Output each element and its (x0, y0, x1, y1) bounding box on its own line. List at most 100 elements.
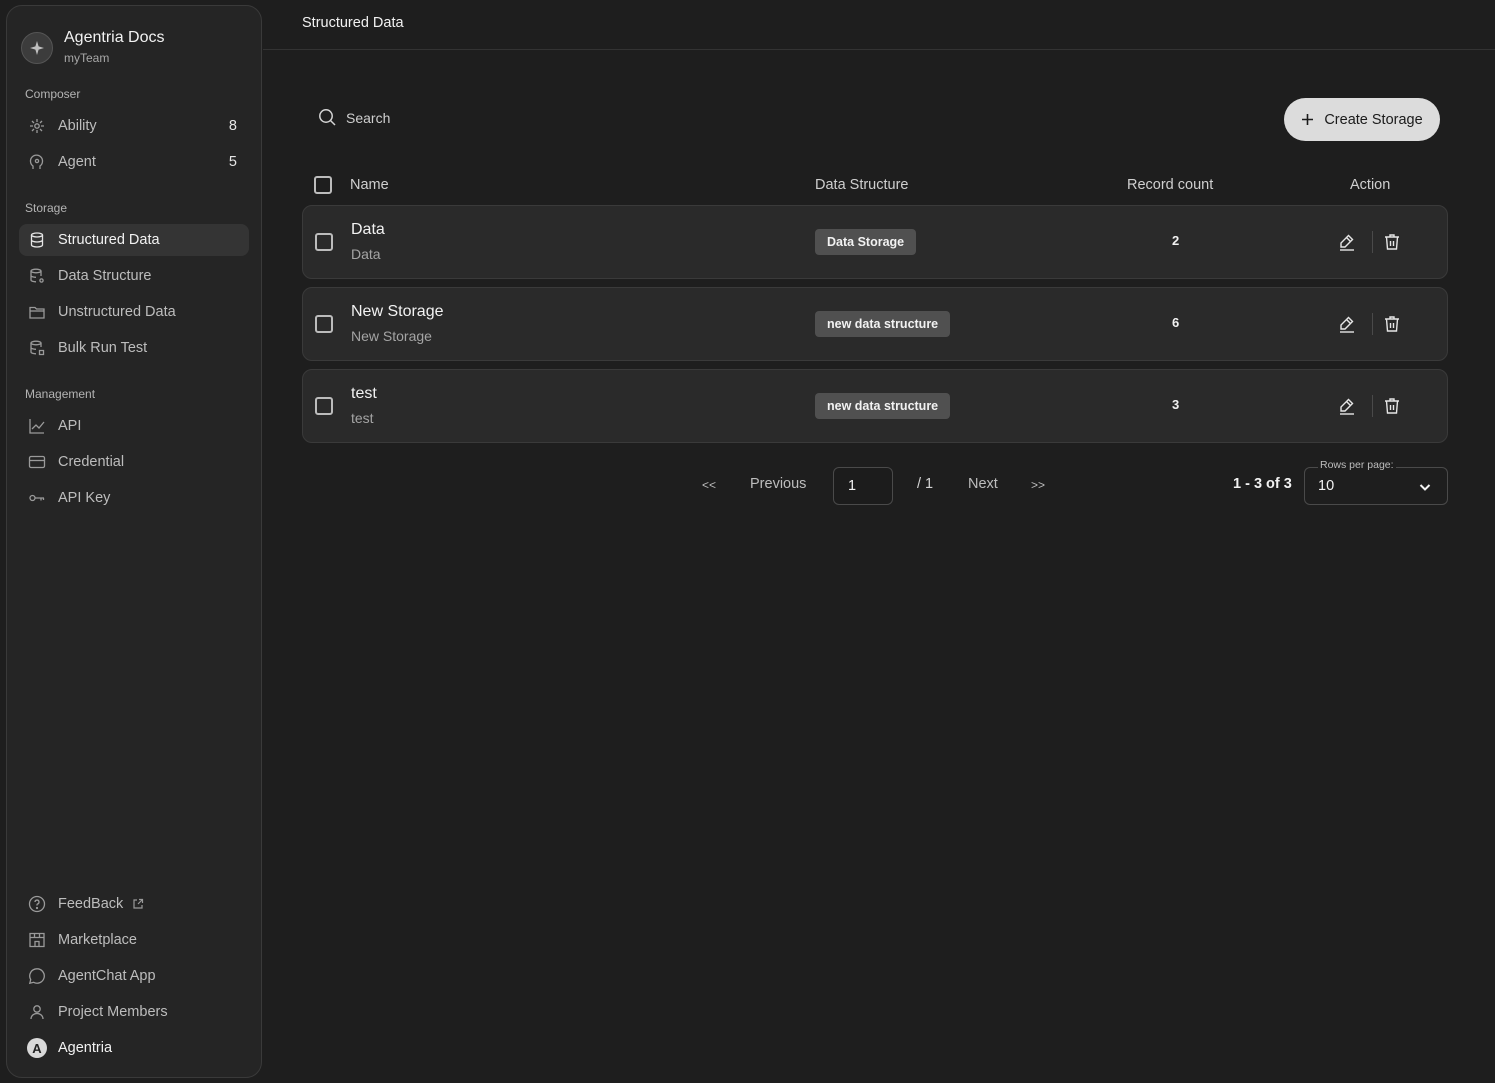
section-label-composer: Composer (25, 87, 81, 101)
bulk-run-icon (27, 338, 47, 358)
workspace-title: Agentria Docs (64, 29, 165, 46)
search-placeholder: Search (346, 109, 391, 126)
credit-card-icon (27, 452, 47, 472)
table-row[interactable]: New Storage New Storage new data structu… (302, 287, 1448, 361)
sidebar-item-ability[interactable]: Ability 8 (19, 110, 249, 142)
data-structure-tag: new data structure (815, 311, 951, 337)
row-checkbox[interactable] (315, 315, 333, 333)
chat-bubble-icon (27, 966, 47, 986)
sidebar-item-agentchat-app[interactable]: AgentChat App (19, 960, 249, 992)
action-divider (1372, 395, 1373, 417)
user-icon (27, 1002, 47, 1022)
search-icon (318, 108, 337, 127)
external-link-icon (132, 898, 144, 910)
create-storage-label: Create Storage (1324, 111, 1423, 128)
row-checkbox[interactable] (315, 397, 333, 415)
sidebar-item-api[interactable]: API (19, 410, 249, 442)
action-divider (1372, 231, 1373, 253)
record-count: 3 (1172, 397, 1180, 412)
trash-icon[interactable] (1382, 232, 1402, 252)
table-row[interactable]: test test new data structure 3 (302, 369, 1448, 443)
data-structure-icon (27, 266, 47, 286)
column-header-name[interactable]: Name (350, 177, 389, 193)
table-row[interactable]: Data Data Data Storage 2 (302, 205, 1448, 279)
page-number-input[interactable] (833, 467, 893, 505)
sidebar-item-label: Project Members (58, 1004, 168, 1020)
sidebar-item-api-key[interactable]: API Key (19, 482, 249, 514)
sidebar-item-label: Marketplace (58, 932, 137, 948)
agent-icon (27, 152, 47, 172)
total-pages: / 1 (917, 476, 934, 492)
row-description: New Storage (351, 328, 432, 344)
ability-count: 8 (228, 118, 237, 134)
workspace-logo-icon (21, 32, 53, 64)
sidebar-item-marketplace[interactable]: Marketplace (19, 924, 249, 956)
create-storage-button[interactable]: Create Storage (1284, 98, 1440, 141)
top-bar: Structured Data (263, 0, 1495, 50)
action-divider (1372, 313, 1373, 335)
row-name: Data (351, 221, 385, 238)
sidebar-item-label: Credential (58, 454, 125, 470)
sidebar-item-unstructured-data[interactable]: Unstructured Data (19, 296, 249, 328)
record-count: 6 (1172, 315, 1180, 330)
trash-icon[interactable] (1382, 314, 1402, 334)
sidebar-item-label: Bulk Run Test (58, 340, 148, 356)
edit-icon[interactable] (1337, 396, 1357, 416)
sidebar-item-agent[interactable]: Agent 5 (19, 146, 249, 178)
sidebar-item-project-members[interactable]: Project Members (19, 996, 249, 1028)
help-circle-icon (27, 894, 47, 914)
sidebar-item-structured-data[interactable]: Structured Data (19, 224, 249, 256)
avatar: A (27, 1038, 47, 1058)
workspace-switcher[interactable]: Agentria Docs myTeam (21, 28, 165, 66)
workspace-team: myTeam (64, 51, 110, 65)
column-header-action: Action (1350, 177, 1391, 193)
sidebar-item-label: Structured Data (58, 232, 160, 248)
sidebar-item-feedback[interactable]: FeedBack (19, 888, 249, 920)
sidebar-item-label: API Key (58, 490, 111, 506)
sidebar-item-credential[interactable]: Credential (19, 446, 249, 478)
row-name: test (351, 385, 377, 402)
section-label-storage: Storage (25, 201, 68, 215)
next-page-button[interactable]: Next (968, 476, 998, 492)
key-icon (27, 488, 47, 508)
sidebar-item-label: API (58, 418, 82, 434)
sidebar-item-bulk-run-test[interactable]: Bulk Run Test (19, 332, 249, 364)
plus-icon (1301, 113, 1314, 126)
folder-icon (27, 302, 47, 322)
rows-per-page-label: Rows per page: (1318, 459, 1396, 471)
record-count: 2 (1172, 233, 1180, 248)
select-all-checkbox[interactable] (314, 176, 332, 194)
last-page-button[interactable]: >> (1031, 478, 1045, 492)
sidebar-item-data-structure[interactable]: Data Structure (19, 260, 249, 292)
chart-icon (27, 416, 47, 436)
chevron-down-icon (1418, 480, 1432, 494)
edit-icon[interactable] (1337, 314, 1357, 334)
trash-icon[interactable] (1382, 396, 1402, 416)
search-input[interactable]: Search (318, 108, 390, 127)
sidebar-item-label: Data Structure (58, 268, 152, 284)
pagination-range: 1 - 3 of 3 (1233, 476, 1292, 492)
data-structure-tag: Data Storage (815, 229, 917, 255)
previous-page-button[interactable]: Previous (750, 476, 806, 492)
agent-count: 5 (228, 154, 237, 170)
edit-icon[interactable] (1337, 232, 1357, 252)
column-header-record-count[interactable]: Record count (1127, 177, 1213, 193)
row-name: New Storage (351, 303, 444, 320)
rows-per-page-value: 10 (1318, 478, 1335, 494)
row-checkbox[interactable] (315, 233, 333, 251)
store-icon (27, 930, 47, 950)
sidebar: Agentria Docs myTeam Composer Ability 8 … (6, 5, 262, 1078)
column-header-data-structure[interactable]: Data Structure (815, 177, 909, 193)
first-page-button[interactable]: << (702, 478, 716, 492)
section-label-management: Management (25, 387, 96, 401)
sidebar-item-label: Ability (58, 118, 97, 134)
sidebar-item-label: AgentChat App (58, 968, 156, 984)
sidebar-item-label: Unstructured Data (58, 304, 176, 320)
rows-per-page-select[interactable]: 10 (1304, 467, 1448, 505)
user-name: Agentria (58, 1040, 113, 1056)
database-icon (27, 230, 47, 250)
user-profile[interactable]: A Agentria (19, 1032, 249, 1064)
row-description: test (351, 410, 374, 426)
row-description: Data (351, 246, 381, 262)
data-structure-tag: new data structure (815, 393, 951, 419)
